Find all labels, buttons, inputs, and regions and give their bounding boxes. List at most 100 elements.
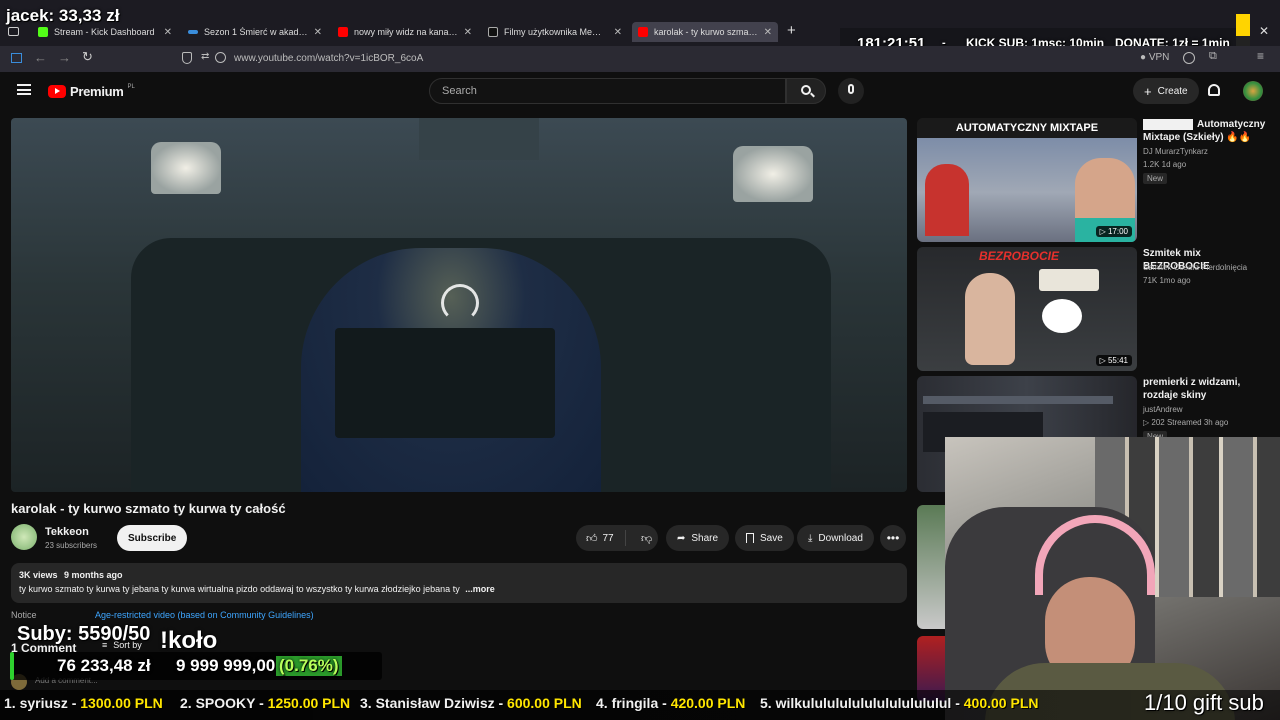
video-frame-lamp-left <box>151 142 221 194</box>
youtube-play-icon <box>48 85 66 98</box>
thumbnail-caption: AUTOMATYCZNY MIXTAPE <box>955 122 1099 134</box>
more-icon: ••• <box>886 531 900 545</box>
extensions-icon[interactable]: ⧉ <box>1209 50 1217 63</box>
ticker-entry: 1. syriusz - 1300.00 PLN <box>4 695 163 711</box>
more-link[interactable]: ...more <box>465 584 495 594</box>
vpn-indicator[interactable]: ● VPN <box>1140 52 1169 63</box>
donation-total: 76 233,48 zł <box>57 656 151 675</box>
gift-sub-counter: 1/10 gift sub <box>1144 690 1264 715</box>
cda-icon <box>188 30 198 34</box>
dislike-button[interactable]: 👎︎ <box>632 532 652 545</box>
download-button[interactable]: ⤓ Download <box>797 525 874 551</box>
ticker-entry: 5. wilkulululululululululululul - 400.00… <box>760 695 1039 711</box>
url-input[interactable]: www.youtube.com/watch?v=1icBOR_6coA <box>234 53 423 64</box>
window-close-icon[interactable]: ✕ <box>1259 24 1269 38</box>
permissions-icon[interactable]: ⇄ <box>201 51 209 62</box>
tab-karolak[interactable]: karolak - ty kurwo szmato ty ku ✕ <box>632 22 778 42</box>
tracking-icon[interactable] <box>215 52 226 63</box>
like-button[interactable]: 👍︎ 77 <box>576 530 626 546</box>
microphone-icon <box>848 84 854 94</box>
account-icon[interactable] <box>1183 52 1195 64</box>
description-text: ty kurwo szmato ty kurwa ty jebana ty ku… <box>19 584 460 594</box>
ticker-entry: 2. SPOOKY - 1250.00 PLN <box>180 695 351 711</box>
search-button[interactable] <box>786 78 826 104</box>
description-box[interactable]: 3K views 9 months ago ty kurwo szmato ty… <box>11 563 907 603</box>
recommendation-meta: ▷ 202 Streamed 3h ago <box>1143 418 1229 427</box>
tab-label: nowy miły widz na kanale deme <box>354 27 458 37</box>
tab-sezon[interactable]: Sezon 1 Śmierć w akademiku - ✕ <box>182 22 328 42</box>
like-count: 77 <box>602 532 614 544</box>
recommendation-channel[interactable]: DJ MurarzTynkarz <box>1143 147 1208 156</box>
video-frame-laptop <box>335 328 555 438</box>
new-badge: New <box>1143 173 1168 184</box>
search-input[interactable]: Search <box>429 78 786 104</box>
recommendation-thumbnail[interactable]: AUTOMATYCZNY MIXTAPE ▷ 17:00 <box>917 118 1137 242</box>
thumbs-down-icon: 👎︎ <box>641 532 653 545</box>
new-tab-button[interactable]: + <box>787 22 796 39</box>
url-bar: ← → ↻ ⇄ www.youtube.com/watch?v=1icBOR_6… <box>0 46 1280 72</box>
tab-list-icon[interactable] <box>8 27 19 36</box>
youtube-logo[interactable]: Premium PL <box>48 84 135 99</box>
subscribe-button[interactable]: Subscribe <box>117 525 188 551</box>
more-actions-button[interactable]: ••• <box>880 525 906 551</box>
subs-goal: Suby: 5590/50 <box>17 623 151 645</box>
reload-icon[interactable]: ↻ <box>82 49 93 65</box>
loading-spinner-icon <box>441 284 479 322</box>
age-restriction-link[interactable]: Age-restricted video (based on Community… <box>95 610 314 620</box>
video-duration: ▷ 17:00 <box>1095 226 1132 237</box>
close-icon[interactable]: ✕ <box>764 27 772 38</box>
shield-icon[interactable] <box>182 52 192 64</box>
recommendation-thumbnail-partial[interactable] <box>917 505 945 629</box>
back-icon[interactable]: ← <box>34 50 47 65</box>
video-frame-sign <box>419 118 539 160</box>
create-label: Create <box>1157 85 1188 97</box>
forward-icon[interactable]: → <box>58 50 71 65</box>
thumbnail-caption: BEZROBOCIE <box>979 249 1060 263</box>
download-label: Download <box>818 532 863 544</box>
recommendation-channel[interactable]: Szmitek Cesarz Pierdolnięcia <box>1143 263 1247 272</box>
sidebar-icon[interactable] <box>11 53 22 63</box>
channel-name[interactable]: Tekkeon <box>45 526 89 538</box>
video-player[interactable] <box>11 118 907 492</box>
recommendation-title[interactable]: Automatyczny Mixtape (Szkieły) 🔥🔥 <box>1143 118 1268 144</box>
close-icon[interactable]: ✕ <box>164 27 172 38</box>
ticker-entry: 3. Stanisław Dziwisz - 600.00 PLN <box>360 695 582 711</box>
view-count: 3K views <box>19 570 58 580</box>
logo-country: PL <box>127 83 135 90</box>
save-button[interactable]: Save <box>735 525 794 551</box>
close-icon[interactable]: ✕ <box>614 27 622 38</box>
close-icon[interactable]: ✕ <box>464 27 472 38</box>
recommendation-title[interactable]: premierki z widzami, rozdaje skiny <box>1143 376 1268 402</box>
plus-icon: + <box>1144 83 1152 99</box>
share-icon: ➦ <box>677 532 686 544</box>
subscriber-count: 23 subscribers <box>45 541 98 550</box>
video-duration: ▷ 55:41 <box>1095 355 1132 366</box>
voice-search-button[interactable] <box>838 78 864 104</box>
thumbs-up-icon: 👍︎ <box>586 532 598 545</box>
avatar[interactable] <box>1243 81 1263 101</box>
notifications-bell-icon[interactable] <box>1208 84 1220 96</box>
menu-icon[interactable]: ≡ <box>1257 49 1264 63</box>
hamburger-menu-icon[interactable] <box>17 84 31 95</box>
youtube-icon <box>338 27 348 37</box>
recommendation-channel[interactable]: justAndrew <box>1143 405 1183 414</box>
ticker-entry: 4. fringila - 420.00 PLN <box>596 695 746 711</box>
recommendation-thumbnail[interactable]: BEZROBOCIE ▷ 55:41 <box>917 247 1137 371</box>
tab-label: karolak - ty kurwo szmato ty ku <box>654 27 758 37</box>
tab-label: Filmy użytkownika Meme Lord | <box>504 27 608 37</box>
like-dislike-group: 👍︎ 77 👎︎ <box>576 525 658 551</box>
tab-kick-dashboard[interactable]: Stream - Kick Dashboard ✕ <box>32 22 178 42</box>
create-button[interactable]: + Create <box>1133 78 1199 104</box>
tab-meme-lord[interactable]: Filmy użytkownika Meme Lord | ✕ <box>482 22 628 42</box>
donation-ticker: 1. syriusz - 1300.00 PLN 2. SPOOKY - 125… <box>0 690 1280 720</box>
kick-icon <box>38 27 48 37</box>
browser-tab-bar: jacek: 33,33 zł Stream - Kick Dashboard … <box>0 0 1280 60</box>
share-button[interactable]: ➦ Share <box>666 525 730 551</box>
notice-label: Notice <box>11 610 37 620</box>
close-icon[interactable]: ✕ <box>314 27 322 38</box>
donation-percent: (0.76%) <box>276 656 342 676</box>
share-label: Share <box>691 532 719 544</box>
tab-nowy-widz[interactable]: nowy miły widz na kanale deme ✕ <box>332 22 478 42</box>
youtube-icon <box>638 27 648 37</box>
channel-avatar[interactable] <box>11 524 37 550</box>
